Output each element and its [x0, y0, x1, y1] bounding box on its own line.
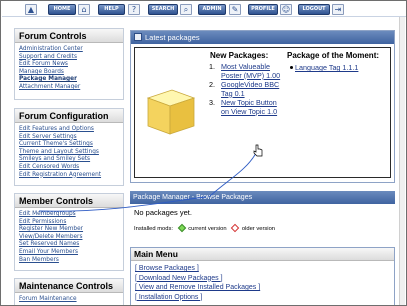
- package-link-new-topic-button[interactable]: New Topic Button on View Topic 1.0: [221, 98, 277, 116]
- collapse-icon[interactable]: ▲: [25, 4, 37, 15]
- edit-server-settings-link[interactable]: Edit Server Settings: [19, 134, 119, 142]
- censored-words-link[interactable]: Edit Censored Words: [19, 164, 119, 172]
- help-button[interactable]: HELP: [98, 4, 125, 15]
- support-credits-link[interactable]: Support and Credits: [19, 54, 119, 62]
- list-number: 2.: [209, 80, 215, 90]
- search-icon[interactable]: ⌕: [180, 4, 192, 15]
- forum-configuration-title: Forum Configuration: [15, 109, 123, 123]
- latest-packages-header: Latest packages: [131, 31, 394, 44]
- profile-button[interactable]: PROFILE: [248, 4, 278, 15]
- browse-packages-link[interactable]: [ Browse Packages ]: [135, 264, 390, 274]
- logout-button[interactable]: LOGOUT: [298, 4, 330, 15]
- no-packages-text: No packages yet.: [134, 208, 192, 217]
- latest-packages-title: Latest packages: [145, 33, 200, 42]
- member-controls-panel: Member Controls Edit Membergroups Edit P…: [14, 193, 124, 271]
- registration-agreement-link[interactable]: Edit Registration Agreement: [19, 172, 119, 180]
- admin-center-link[interactable]: Administration Center: [19, 46, 119, 54]
- main-menu-title: Main Menu: [131, 248, 394, 261]
- scrollbar[interactable]: [399, 17, 405, 305]
- edit-membergroups-link[interactable]: Edit Membergroups: [19, 211, 119, 219]
- logout-icon[interactable]: ⇥: [332, 4, 344, 15]
- installation-options-link[interactable]: [ Installation Options ]: [135, 293, 390, 303]
- edit-forum-news-link[interactable]: Edit Forum News: [19, 61, 119, 69]
- admin-icon[interactable]: ✎: [229, 4, 241, 15]
- menu-link-text[interactable]: [ Browse Packages ]: [135, 265, 199, 272]
- view-remove-packages-link[interactable]: [ View and Remove Installed Packages ]: [135, 283, 390, 293]
- list-item: 2. GoogleVideo BBC Tag 0.1: [209, 80, 283, 98]
- browser-viewport: ▲ HOME ⌂ HELP ? SEARCH ⌕ ADMIN ✎ PROFILE…: [0, 0, 407, 306]
- attachment-manager-link[interactable]: Attachment Manager: [19, 84, 119, 92]
- tab-package-manager[interactable]: Package Manager: [133, 194, 190, 201]
- top-nav: ▲ HOME ⌂ HELP ? SEARCH ⌕ ADMIN ✎ PROFILE…: [2, 2, 406, 17]
- edit-features-link[interactable]: Edit Features and Options: [19, 126, 119, 134]
- list-item: 3. New Topic Button on View Topic 1.0: [209, 98, 283, 116]
- member-controls-title: Member Controls: [15, 194, 123, 208]
- older-version-label: older version: [241, 226, 276, 232]
- list-item: 1. Most Valueable Poster (MVP) 1.00: [209, 62, 283, 80]
- package-of-moment-link[interactable]: Language Tag 1.1.1: [295, 63, 358, 72]
- latest-packages-panel: Latest packages New Packages: 1. Most Va…: [130, 30, 395, 183]
- help-icon[interactable]: ?: [128, 4, 140, 15]
- menu-link-text[interactable]: [ View and Remove Installed Packages ]: [135, 284, 260, 291]
- download-packages-link[interactable]: [ Download New Packages ]: [135, 274, 390, 284]
- installed-mods-legend: Installed mods: current version older ve…: [134, 223, 276, 233]
- maintenance-controls-title: Maintenance Controls: [15, 279, 123, 293]
- hand-cursor-icon: [253, 144, 263, 157]
- profile-icon[interactable]: ☺: [280, 4, 292, 15]
- maintenance-controls-panel: Maintenance Controls Forum Maintenance: [14, 278, 124, 305]
- edit-permissions-link[interactable]: Edit Permissions: [19, 219, 119, 227]
- smileys-link[interactable]: Smileys and Smiley Sets: [19, 156, 119, 164]
- theme-layout-settings-link[interactable]: Theme and Layout Settings: [19, 149, 119, 157]
- menu-link-text[interactable]: [ Installation Options ]: [135, 294, 202, 301]
- new-packages-title: New Packages:: [210, 51, 269, 60]
- window-icon: [134, 33, 142, 41]
- view-delete-members-link[interactable]: View/Delete Members: [19, 234, 119, 242]
- search-button[interactable]: SEARCH: [148, 4, 178, 15]
- forum-maintenance-link[interactable]: Forum Maintenance: [19, 296, 119, 304]
- forum-controls-title: Forum Controls: [15, 29, 123, 43]
- home-button[interactable]: HOME: [48, 4, 76, 15]
- current-version-label: current version: [188, 226, 227, 232]
- forum-configuration-panel: Forum Configuration Edit Features and Op…: [14, 108, 124, 186]
- reserved-names-link[interactable]: Set Reserved Names: [19, 241, 119, 249]
- package-link-mvp[interactable]: Most Valueable Poster (MVP) 1.00: [221, 62, 280, 80]
- packages-box: New Packages: 1. Most Valueable Poster (…: [134, 47, 391, 178]
- register-member-link[interactable]: Register New Member: [19, 226, 119, 234]
- bullet-icon: [290, 66, 293, 69]
- current-version-icon: [177, 223, 186, 233]
- new-packages-list: 1. Most Valueable Poster (MVP) 1.00 2. G…: [209, 62, 283, 118]
- tab-browse-packages[interactable]: Browse Packages: [196, 194, 252, 201]
- ban-members-link[interactable]: Ban Members: [19, 257, 119, 265]
- package-tabs: Package Manager - Browse Packages: [130, 191, 395, 204]
- package-link-googlevideo[interactable]: GoogleVideo BBC Tag 0.1: [221, 80, 279, 98]
- email-members-link[interactable]: Email Your Members: [19, 249, 119, 257]
- forum-controls-panel: Forum Controls Administration Center Sup…: [14, 28, 124, 100]
- installed-mods-label: Installed mods:: [134, 226, 173, 232]
- older-version-icon: [230, 223, 240, 233]
- current-theme-settings-link[interactable]: Current Theme's Settings: [19, 141, 119, 149]
- menu-link-text[interactable]: [ Download New Packages ]: [135, 275, 223, 282]
- package-of-moment-title: Package of the Moment:: [287, 51, 380, 60]
- package-box-icon: [146, 89, 196, 135]
- admin-button[interactable]: ADMIN: [198, 4, 226, 15]
- package-manager-link[interactable]: Package Manager: [19, 76, 119, 84]
- home-icon[interactable]: ⌂: [78, 4, 90, 15]
- list-number: 1.: [209, 62, 215, 71]
- main-menu-panel: Main Menu [ Browse Packages ] [ Download…: [130, 247, 395, 305]
- list-number: 3.: [209, 98, 215, 108]
- manage-boards-link[interactable]: Manage Boards: [19, 69, 119, 77]
